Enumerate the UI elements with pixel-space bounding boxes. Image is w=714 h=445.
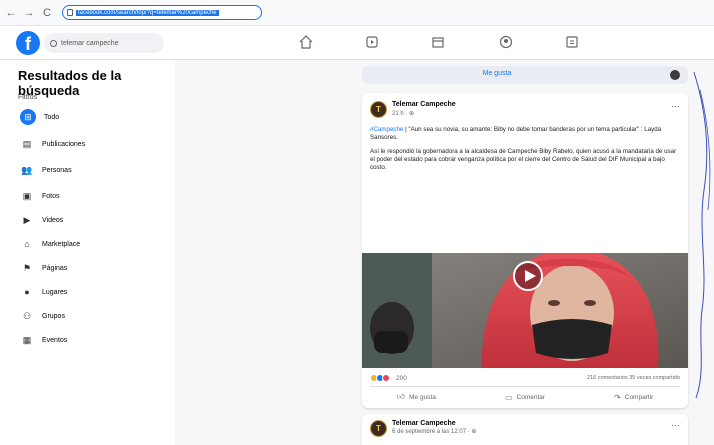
browser-toolbar: ← → C facebook.com/search/top/?q=telemar… [0,0,714,26]
photo-icon: ▣ [22,190,32,201]
post-timestamp[interactable]: 6 de septiembre a las 12:07 · ⊕ [392,428,476,435]
post-text-line1: #Campeche | "Aun sea su novia, su amante… [370,126,662,141]
thumbs-up-icon: 👍︎ [396,392,406,401]
gaming-icon[interactable] [564,34,580,50]
post-options-icon[interactable]: ··· [671,101,680,111]
search-icon [50,39,57,47]
post-options-icon[interactable]: ··· [671,420,680,430]
post-actions: 👍︎ Me gusta ▭ Comentar ↷ Compartir [362,389,688,405]
post-engagement-stats[interactable]: 216 comentarios 35 veces compartido [587,375,680,381]
search-input[interactable]: telemar campeche [44,33,164,53]
filter-item-fotos[interactable]: ▣ Fotos [20,188,60,204]
facebook-header: f telemar campeche [0,26,714,60]
home-icon[interactable] [298,34,314,50]
flag-icon: ⚑ [22,262,32,273]
marketplace-icon: ⌂ [24,239,30,249]
reaction-summary[interactable]: 200 [370,374,407,382]
facebook-logo-icon[interactable]: f [16,31,40,55]
back-icon[interactable]: ← [4,6,18,20]
filter-item-lugares[interactable]: ● Lugares [20,284,67,300]
post-author[interactable]: Telemar Campeche [392,101,456,108]
filter-item-publicaciones[interactable]: ▤ Publicaciones [20,136,85,152]
url-text: facebook.com/search/top/?q=telemar%20cam… [76,9,219,16]
page-like-label: Me gusta [482,70,512,77]
search-filters-sidebar: Resultados de la búsqueda Filtros ⊞ Todo… [0,60,175,445]
divider [370,386,680,387]
hashtag-link[interactable]: #Campeche [370,126,403,133]
groups-icon[interactable] [498,34,514,50]
filter-item-grupos[interactable]: ⚇ Grupos [20,308,65,324]
post-icon: ▤ [22,138,32,149]
groups-icon: ⚇ [22,310,32,321]
reload-icon[interactable]: C [40,6,54,20]
filter-item-videos[interactable]: ▶ Videos [20,212,64,228]
more-options-icon[interactable] [670,70,680,80]
watch-icon[interactable] [364,34,380,50]
grid-icon: ⊞ [20,109,36,125]
post-author[interactable]: Telemar Campeche [392,420,456,427]
video-icon: ▶ [23,214,31,225]
play-icon[interactable] [513,261,543,291]
filter-item-personas[interactable]: 👥 Personas [20,162,71,178]
lock-icon [67,9,73,16]
handwritten-annotation [693,71,711,399]
calendar-icon: ▦ [22,334,32,345]
page-avatar[interactable]: T [370,101,387,118]
page-like-bar[interactable]: Me gusta [362,66,688,84]
post-timestamp[interactable]: 21 h · ⊕ [392,110,414,117]
search-value: telemar campeche [61,39,119,47]
share-button[interactable]: ↷ Compartir [579,389,688,405]
post-card: T Telemar Campeche 6 de septiembre a las… [362,414,688,445]
filters-label: Filtros [18,94,38,101]
comment-icon: ▭ [504,392,513,402]
forward-icon[interactable]: → [22,6,36,20]
comment-button[interactable]: ▭ Comentar [471,389,580,405]
share-icon: ↷ [614,392,621,402]
filter-item-paginas[interactable]: ⚑ Páginas [20,260,67,276]
post-text-line2: Así le respondió la gobernadora a la alc… [370,148,677,171]
address-bar[interactable]: facebook.com/search/top/?q=telemar%20cam… [62,5,262,20]
filter-item-eventos[interactable]: ▦ Eventos [20,332,68,348]
people-icon: 👥 [21,164,33,175]
page-avatar[interactable]: T [370,420,387,437]
filter-item-marketplace[interactable]: ⌂ Marketplace [20,236,80,252]
reaction-count: 200 [396,374,407,382]
post-card: T Telemar Campeche 21 h · ⊕ ··· #Campech… [362,93,688,408]
location-icon: ● [24,287,30,297]
page-title: Resultados de la búsqueda [18,68,122,98]
like-button[interactable]: 👍︎ Me gusta [362,389,471,405]
love-reaction-icon [382,374,390,382]
marketplace-icon[interactable] [430,34,446,50]
filter-item-todo[interactable]: ⊞ Todo [20,109,59,125]
